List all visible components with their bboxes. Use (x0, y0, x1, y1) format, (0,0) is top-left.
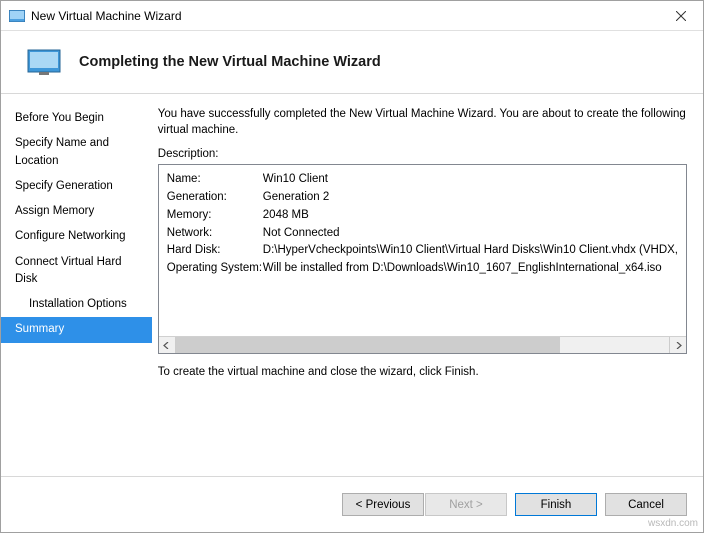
sidebar-step-1[interactable]: Specify Name and Location (1, 131, 152, 174)
sidebar-step-0[interactable]: Before You Begin (1, 106, 152, 131)
description-row: Generation:Generation 2 (167, 189, 678, 207)
description-value: Not Connected (263, 225, 340, 243)
sidebar-step-2[interactable]: Specify Generation (1, 174, 152, 199)
wizard-steps-sidebar: Before You BeginSpecify Name and Locatio… (1, 94, 152, 476)
description-key: Network: (167, 225, 263, 243)
main-panel: You have successfully completed the New … (152, 94, 703, 476)
next-button: Next > (425, 493, 507, 516)
scroll-right-button[interactable] (669, 337, 686, 353)
close-button[interactable] (658, 1, 703, 30)
sidebar-step-6[interactable]: Installation Options (1, 292, 152, 317)
finish-note: To create the virtual machine and close … (158, 366, 687, 378)
wizard-footer: < Previous Next > Finish Cancel (1, 476, 703, 532)
scroll-track[interactable] (176, 337, 669, 353)
page-title: Completing the New Virtual Machine Wizar… (79, 54, 381, 70)
cancel-button[interactable]: Cancel (605, 493, 687, 516)
horizontal-scrollbar[interactable] (159, 336, 686, 353)
previous-button[interactable]: < Previous (342, 493, 424, 516)
window-title: New Virtual Machine Wizard (31, 9, 658, 23)
description-key: Memory: (167, 207, 263, 225)
description-row: Name:Win10 Client (167, 171, 678, 189)
description-row: Network:Not Connected (167, 225, 678, 243)
description-row: Memory:2048 MB (167, 207, 678, 225)
description-value: D:\HyperVcheckpoints\Win10 Client\Virtua… (263, 242, 678, 260)
sidebar-step-7[interactable]: Summary (1, 317, 152, 342)
description-value: Will be installed from D:\Downloads\Win1… (263, 260, 662, 278)
description-key: Operating System: (167, 260, 263, 278)
description-value: 2048 MB (263, 207, 309, 225)
description-box: Name:Win10 ClientGeneration:Generation 2… (158, 164, 687, 354)
nav-button-group: < Previous Next > (342, 493, 507, 516)
monitor-icon (27, 49, 61, 75)
description-label: Description: (158, 148, 687, 160)
wizard-header: Completing the New Virtual Machine Wizar… (1, 31, 703, 94)
description-key: Name: (167, 171, 263, 189)
app-icon (9, 10, 25, 22)
description-row: Hard Disk:D:\HyperVcheckpoints\Win10 Cli… (167, 242, 678, 260)
intro-text: You have successfully completed the New … (158, 106, 687, 138)
description-value: Generation 2 (263, 189, 330, 207)
scroll-thumb[interactable] (176, 337, 561, 353)
wizard-window: New Virtual Machine Wizard Completing th… (0, 0, 704, 533)
description-rows: Name:Win10 ClientGeneration:Generation 2… (167, 171, 678, 336)
finish-button[interactable]: Finish (515, 493, 597, 516)
sidebar-step-4[interactable]: Configure Networking (1, 224, 152, 249)
titlebar: New Virtual Machine Wizard (1, 1, 703, 31)
description-row: Operating System:Will be installed from … (167, 260, 678, 278)
description-key: Generation: (167, 189, 263, 207)
watermark: wsxdn.com (648, 518, 698, 529)
sidebar-step-5[interactable]: Connect Virtual Hard Disk (1, 250, 152, 293)
description-value: Win10 Client (263, 171, 328, 189)
description-key: Hard Disk: (167, 242, 263, 260)
content-area: Before You BeginSpecify Name and Locatio… (1, 94, 703, 476)
scroll-left-button[interactable] (159, 337, 176, 353)
sidebar-step-3[interactable]: Assign Memory (1, 199, 152, 224)
